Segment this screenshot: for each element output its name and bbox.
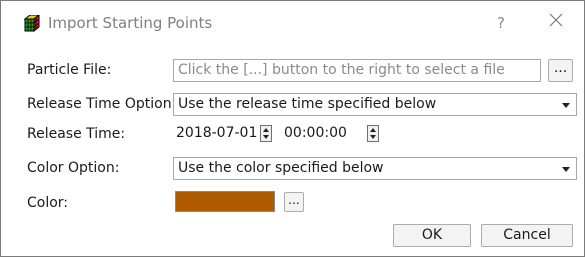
color-option-value: Use the color specified below [178,160,384,176]
color-label: Color: [27,195,69,211]
color-option-select[interactable]: Use the color specified below [173,157,577,180]
spin-down-icon [370,135,376,139]
release-time-option-select[interactable]: Use the release time specified below [173,93,577,116]
release-time-label: Release Time: [27,126,126,142]
release-date-spinner[interactable] [260,125,272,142]
color-swatch[interactable] [175,191,275,212]
color-option-label: Color Option: [27,160,120,176]
import-starting-points-dialog: Import Starting Points ? Particle File: … [0,0,585,257]
color-browse-button[interactable]: ... [284,192,304,212]
close-icon[interactable] [548,12,564,28]
chevron-down-icon [562,103,570,108]
release-time-spinner[interactable] [367,125,379,142]
title-bar: Import Starting Points ? [1,1,584,45]
spin-down-icon [263,135,269,139]
ok-button[interactable]: OK [393,224,471,247]
rubik-cube-icon [24,15,40,32]
particle-file-label: Particle File: [27,62,112,78]
release-time-option-label: Release Time Option: [27,96,177,112]
spin-up-icon [263,128,269,132]
spin-up-icon [370,128,376,132]
particle-file-input[interactable]: Click the [...] button to the right to s… [173,59,541,82]
release-time-input[interactable]: 00:00:00 [282,124,362,144]
cancel-button[interactable]: Cancel [481,224,573,247]
particle-file-browse-button[interactable]: ... [548,59,573,82]
release-time-option-value: Use the release time specified below [178,96,437,112]
dialog-title: Import Starting Points [48,14,213,32]
help-button[interactable]: ? [497,13,505,33]
release-date-input[interactable]: 2018-07-01 [174,124,274,144]
chevron-down-icon [562,167,570,172]
